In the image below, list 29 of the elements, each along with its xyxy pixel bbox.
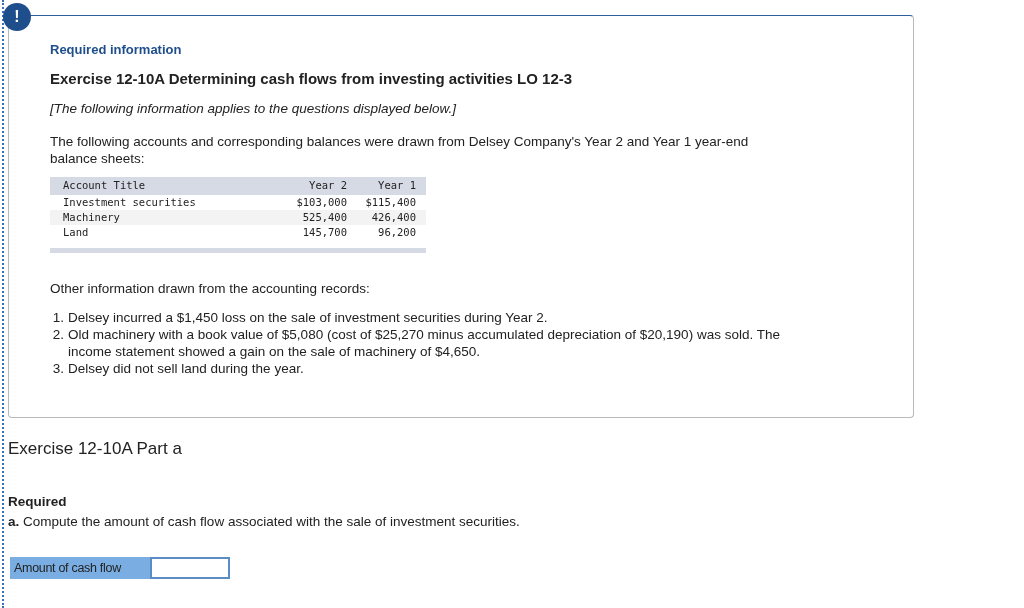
table-cell-text: Machinery: [62, 209, 121, 225]
list-number: 3.: [51, 359, 65, 377]
part-title: Exercise 12-10A Part a: [8, 438, 183, 460]
table-cell-text: 426,400: [370, 209, 417, 225]
question-text: a. Compute the amount of cash flow associated with the sale of investment securities.: [8, 512, 521, 531]
table-cell-text: $103,000: [295, 194, 348, 210]
table-cell-text: 145,700: [301, 224, 348, 240]
list-number: 1.: [51, 308, 65, 326]
table-cell-text: Investment securities: [62, 194, 197, 210]
note-text: [The following information applies to the questions displayed below.]: [50, 99, 458, 118]
column-header: Year 1: [377, 177, 417, 193]
table-cell-text: $115,400: [364, 194, 417, 210]
section-heading: Required information: [50, 41, 183, 59]
alert-icon: !: [3, 3, 31, 31]
column-header: Year 2: [308, 177, 348, 193]
answer-field[interactable]: [150, 557, 230, 579]
answer-label: Amount of cash flow: [10, 557, 150, 579]
list-number: 2.: [51, 325, 65, 344]
list-item-text: Old machinery with a book value of $5,080 (cost of $25,270 minus accumulated depreciation of $20,190) was sold. The income statement showed a gain on the sale of machinery of $4,650.: [68, 325, 781, 360]
section-text: Other information drawn from the accounting records:: [50, 279, 371, 298]
list-item-text: Delsey incurred a $1,450 loss on the sale of investment securities during Year 2.: [68, 308, 548, 326]
exercise-title: Exercise 12-10A Determining cash flows from investing activities LO 12-3: [50, 69, 574, 89]
table-cell-text: 96,200: [377, 224, 417, 240]
intro-text: The following accounts and corresponding balances were drawn from Delsey Company's Year 2 and Year 1 year-end balance sheets:: [50, 132, 750, 167]
required-label: Required: [8, 492, 68, 511]
table-cell-text: 525,400: [301, 209, 348, 225]
column-header: Account Title: [62, 177, 147, 193]
list-item-text: Delsey did not sell land during the year.: [68, 359, 304, 377]
table-cell-text: Land: [62, 224, 90, 240]
